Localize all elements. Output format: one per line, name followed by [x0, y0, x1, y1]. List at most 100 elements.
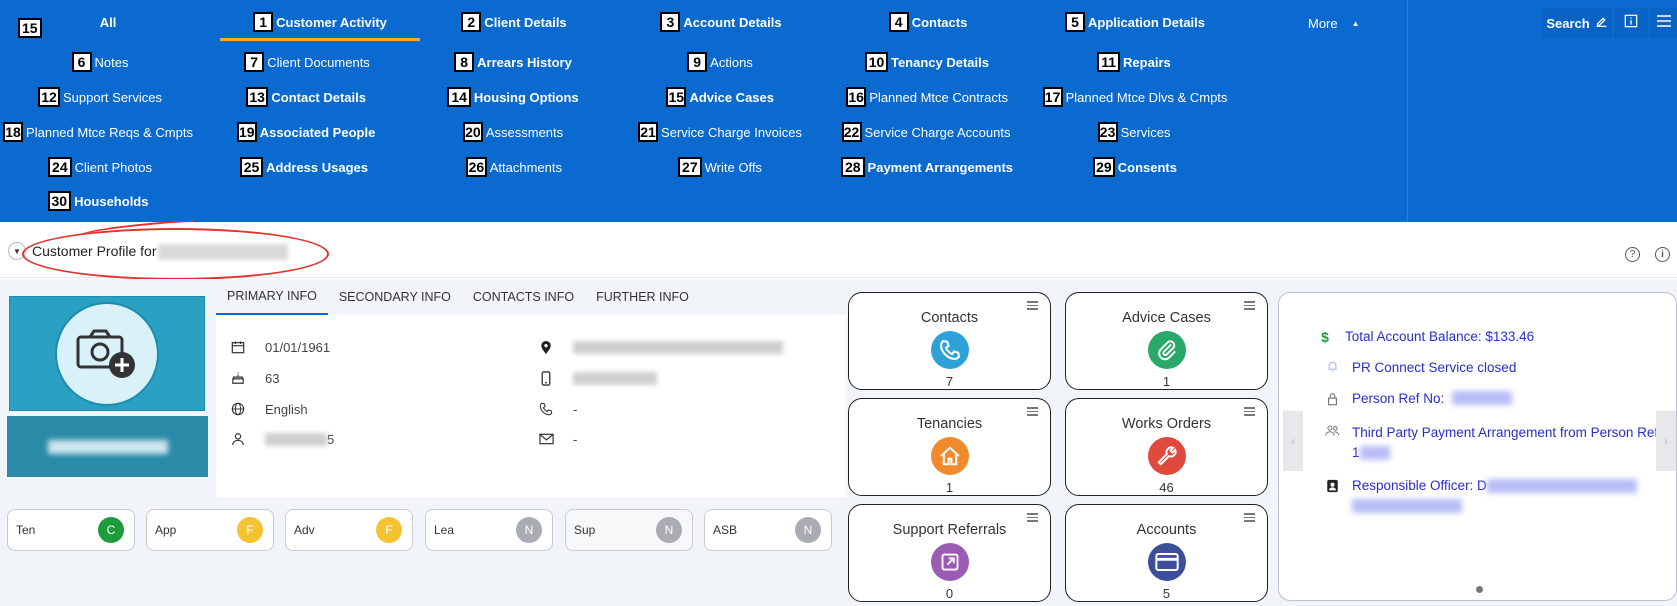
pill-label: App	[155, 523, 177, 537]
nav-item-service-charge-invoices[interactable]: 21 Service Charge Invoices	[638, 119, 802, 145]
paperclip-icon	[1148, 331, 1186, 369]
language-row: English	[230, 399, 308, 419]
nav-item-client-documents[interactable]: 7 Client Documents	[244, 49, 370, 75]
more-menu-button[interactable]: More ▲	[1308, 10, 1360, 36]
people-icon	[1324, 423, 1340, 437]
wrench-icon	[1148, 437, 1186, 475]
search-label: Search	[1546, 15, 1590, 31]
nav-item-associated-people[interactable]: 19 Associated People	[236, 119, 375, 145]
profile-title: Customer Profile for	[32, 243, 289, 261]
card-tenancies[interactable]: Tenancies 1	[848, 398, 1051, 496]
balance-row[interactable]: $ Total Account Balance: $133.46	[1317, 329, 1534, 345]
nav-item-attachments[interactable]: 26 Attachments	[466, 154, 562, 180]
nav-badge: 27	[678, 157, 702, 177]
card-accounts[interactable]: Accounts 5	[1065, 504, 1268, 602]
redacted-customer-name	[158, 244, 289, 261]
nav-item-write-offs[interactable]: 27 Write Offs	[677, 154, 763, 180]
nav-item-consents[interactable]: 29 Consents	[1093, 154, 1177, 180]
email-value: -	[573, 431, 578, 447]
info-panel-button[interactable]	[1614, 8, 1648, 38]
nav-item-payment-arrangements[interactable]: 28 Payment Arrangements	[839, 154, 1015, 180]
card-count: 5	[1162, 586, 1171, 601]
nav-item-advice-cases[interactable]: 15 Advice Cases	[666, 84, 774, 110]
nav-item-planned-mtce-reqs[interactable]: 18 Planned Mtce Reqs & Cmpts	[3, 119, 193, 145]
nav-item-label: Tenancy Details	[890, 54, 989, 70]
card-works-orders[interactable]: Works Orders 46	[1065, 398, 1268, 496]
nav-item-arrears-history[interactable]: 8 Arrears History	[451, 49, 575, 75]
tab-secondary-info[interactable]: SECONDARY INFO	[328, 279, 462, 315]
pr-connect-row[interactable]: PR Connect Service closed	[1324, 360, 1516, 375]
nav-badge: 22	[841, 122, 862, 142]
chevron-left-icon: ‹	[1291, 434, 1295, 448]
nav-item-planned-mtce-dlvs[interactable]: 17 Planned Mtce Dlvs & Cmpts	[1042, 84, 1227, 110]
third-party-row[interactable]: Third Party Payment Arrangement from Per…	[1324, 423, 1664, 463]
more-label: More	[1308, 15, 1338, 31]
nav-item-contacts[interactable]: 4 Contacts	[888, 9, 968, 35]
carousel-prev-button[interactable]: ‹	[1283, 411, 1303, 471]
add-photo-icon	[72, 321, 142, 386]
nav-item-service-charge-accounts[interactable]: 22 Service Charge Accounts	[841, 119, 1010, 145]
status-pill-adv[interactable]: Adv F	[285, 509, 413, 551]
status-pill-ten[interactable]: Ten C	[7, 509, 135, 551]
card-title: Tenancies	[916, 416, 983, 432]
nav-item-label: Notes	[94, 54, 129, 70]
nav-item-assessments[interactable]: 20 Assessments	[462, 119, 564, 145]
credit-card-icon	[1148, 543, 1186, 581]
nav-item-tenancy-details[interactable]: 10 Tenancy Details	[865, 49, 989, 75]
card-advice-cases[interactable]: Advice Cases 1	[1065, 292, 1268, 390]
nav-item-label: Attachments	[489, 159, 562, 175]
nav-item-support-services[interactable]: 12 Support Services	[38, 84, 162, 110]
nav-item-application-details[interactable]: 5 Application Details	[1063, 9, 1207, 35]
tab-contacts-info[interactable]: CONTACTS INFO	[462, 279, 585, 315]
nav-badge: 10	[865, 52, 888, 72]
dob-value: 01/01/1961	[265, 339, 331, 355]
nav-item-actions[interactable]: 9 Actions	[686, 49, 754, 75]
status-pill-app[interactable]: App F	[146, 509, 274, 551]
pill-status-badge: F	[376, 517, 402, 543]
nav-item-planned-mtce-contracts[interactable]: 16 Planned Mtce Contracts	[846, 84, 1008, 110]
status-pill-sup[interactable]: Sup N	[565, 509, 693, 551]
house-icon	[931, 437, 969, 475]
nav-item-account-details[interactable]: 3 Account Details	[658, 9, 784, 35]
officer-row[interactable]: Responsible Officer: D	[1324, 476, 1664, 516]
help-icon[interactable]: ?	[1625, 247, 1640, 262]
nav-badge: 5	[1064, 12, 1085, 32]
search-button[interactable]: Search	[1542, 8, 1612, 38]
main-menu-button[interactable]	[1650, 8, 1677, 38]
tab-primary-info[interactable]: PRIMARY INFO	[216, 279, 328, 315]
nav-item-contact-details[interactable]: 13 Contact Details	[246, 84, 366, 110]
nav-item-label: Contacts	[911, 14, 968, 30]
officer-text: Responsible Officer: D	[1352, 478, 1487, 493]
edit-icon	[1595, 15, 1608, 31]
nav-item-address-usages[interactable]: 25 Address Usages	[240, 154, 368, 180]
carousel-next-button[interactable]: ›	[1656, 411, 1676, 471]
nav-item-label: Assessments	[485, 124, 564, 140]
nav-item-label: Application Details	[1087, 14, 1206, 30]
pill-label: Ten	[16, 523, 36, 537]
status-pill-lea[interactable]: Lea N	[425, 509, 553, 551]
nav-item-households[interactable]: 30 Households	[46, 188, 150, 214]
client-photo[interactable]	[9, 296, 205, 411]
status-pill-asb[interactable]: ASB N	[704, 509, 832, 551]
person-ref-row[interactable]: Person Ref No:	[1324, 391, 1513, 406]
pill-status-badge: N	[656, 517, 682, 543]
nav-item-client-photos[interactable]: 24 Client Photos	[48, 154, 152, 180]
nav-item-client-details[interactable]: 2 Client Details	[460, 9, 568, 35]
nav-item-repairs[interactable]: 11 Repairs	[1095, 49, 1173, 75]
nav-item-housing-options[interactable]: 14 Housing Options	[446, 84, 580, 110]
carousel-dot[interactable]	[1476, 586, 1483, 593]
card-contacts[interactable]: Contacts 7	[848, 292, 1051, 390]
card-title: Advice Cases	[1122, 310, 1211, 326]
nav-item-services[interactable]: 23 Services	[1097, 119, 1170, 145]
collapse-toggle[interactable]: ▼	[8, 242, 26, 260]
nav-badge: 15	[666, 87, 687, 107]
landline-row: -	[538, 399, 577, 419]
tab-further-info[interactable]: FURTHER INFO	[585, 279, 700, 315]
email-row: -	[538, 429, 577, 449]
nav-item-label: Planned Mtce Contracts	[869, 89, 1008, 105]
nav-item-all[interactable]: All	[95, 9, 121, 35]
card-support-referrals[interactable]: Support Referrals 0	[848, 504, 1051, 602]
nav-item-notes[interactable]: 6 Notes	[70, 49, 130, 75]
nav-item-customer-activity[interactable]: 1 Customer Activity	[220, 9, 420, 41]
info-icon[interactable]: i	[1655, 247, 1670, 262]
